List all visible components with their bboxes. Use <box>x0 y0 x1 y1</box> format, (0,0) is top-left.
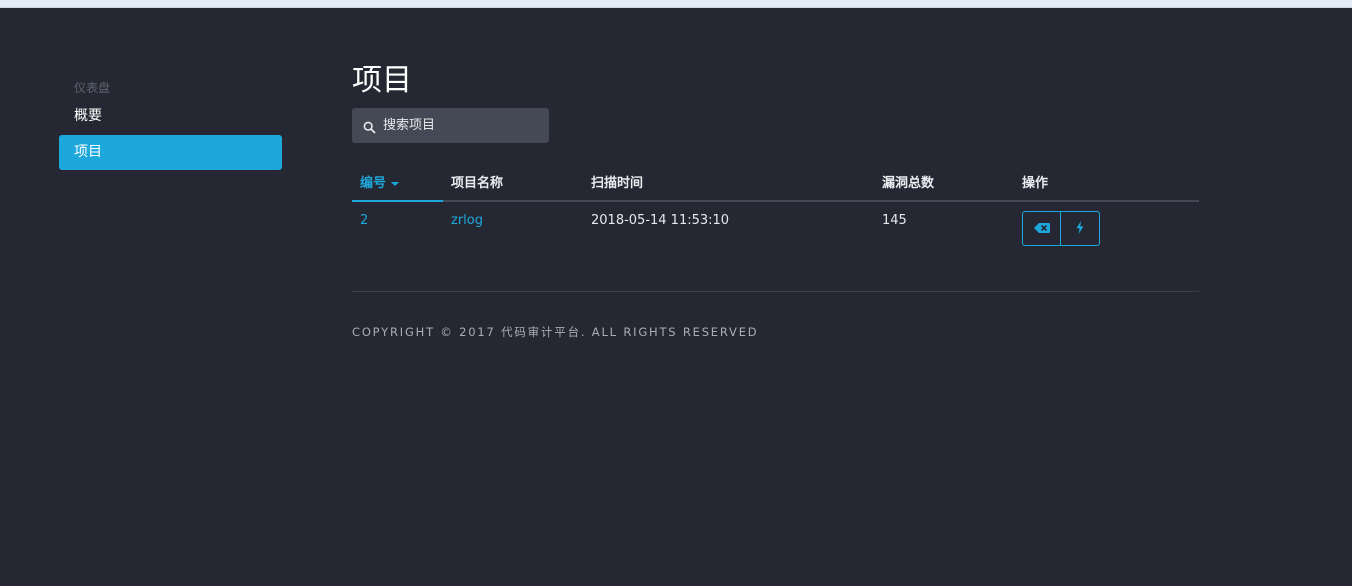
projects-table: 编号 项目名称 扫描时间 漏洞总数 操作 2 zrlog 2018-05-14 … <box>352 163 1199 249</box>
backspace-icon <box>1033 221 1050 236</box>
table-header-row: 编号 项目名称 扫描时间 漏洞总数 操作 <box>352 163 1199 202</box>
search-input[interactable] <box>383 108 543 143</box>
sidebar-section-dashboard: 仪表盘 <box>74 81 111 95</box>
action-button-group <box>1022 211 1100 246</box>
search-box <box>352 108 549 143</box>
column-header-id-label: 编号 <box>360 176 387 191</box>
main-content: 项目 编号 项目名称 扫描时间 漏洞总数 操作 2 zrlog 2018-05-… <box>352 58 1199 340</box>
cell-vuln-total: 145 <box>882 213 907 228</box>
project-name-link[interactable]: zrlog <box>451 213 483 228</box>
search-icon <box>363 119 376 134</box>
column-header-actions: 操作 <box>1014 163 1199 202</box>
column-header-scan-time[interactable]: 扫描时间 <box>583 163 874 202</box>
column-header-vuln-total[interactable]: 漏洞总数 <box>874 163 1014 202</box>
browser-top-strip <box>0 0 1352 8</box>
sidebar-item-overview[interactable]: 概要 <box>59 99 282 134</box>
column-header-name[interactable]: 项目名称 <box>443 163 583 202</box>
delete-button[interactable] <box>1022 211 1061 246</box>
column-header-id[interactable]: 编号 <box>352 163 443 202</box>
project-id-link[interactable]: 2 <box>360 213 368 228</box>
cell-actions <box>1014 201 1199 249</box>
cell-id: 2 <box>352 201 443 249</box>
footer-copyright: COPYRIGHT © 2017 代码审计平台. ALL RIGHTS RESE… <box>352 325 759 339</box>
cell-name: zrlog <box>443 201 583 249</box>
table-row: 2 zrlog 2018-05-14 11:53:10 145 <box>352 201 1199 249</box>
scan-button[interactable] <box>1061 211 1100 246</box>
page-title: 项目 <box>352 63 412 98</box>
sort-caret-icon <box>391 181 400 186</box>
lightning-icon <box>1076 220 1084 237</box>
sidebar-item-projects[interactable]: 项目 <box>59 135 282 170</box>
sidebar: 仪表盘 概要 项目 <box>59 78 282 170</box>
footer-divider <box>352 291 1199 292</box>
cell-scan-time: 2018-05-14 11:53:10 <box>591 213 730 228</box>
